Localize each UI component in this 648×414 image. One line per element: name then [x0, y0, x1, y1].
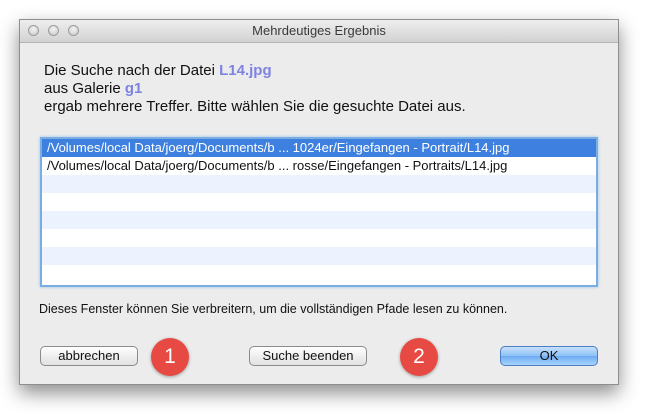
- cancel-button[interactable]: abbrechen: [40, 346, 138, 366]
- empty-row: [42, 247, 596, 265]
- gallery-name: g1: [124, 80, 143, 97]
- message-line-1: Die Suche nach der Datei L14.jpg: [44, 62, 604, 80]
- resize-hint: Dieses Fenster können Sie verbreitern, u…: [39, 302, 508, 316]
- empty-row: [42, 175, 596, 193]
- stop-search-button[interactable]: Suche beenden: [249, 346, 367, 366]
- empty-row: [42, 193, 596, 211]
- result-row[interactable]: /Volumes/local Data/joerg/Documents/b ..…: [42, 157, 596, 175]
- annotation-badge-2: 2: [400, 338, 438, 376]
- dialog-window: Mehrdeutiges Ergebnis Die Suche nach der…: [19, 19, 619, 385]
- empty-row: [42, 229, 596, 247]
- message-line-2-prefix: aus Galerie: [44, 80, 125, 97]
- results-list[interactable]: /Volumes/local Data/joerg/Documents/b ..…: [40, 137, 598, 287]
- message-line-2: aus Galerie g1: [44, 80, 604, 98]
- message-line-1-prefix: Die Suche nach der Datei: [44, 62, 220, 79]
- empty-row: [42, 211, 596, 229]
- empty-row: [42, 265, 596, 283]
- message: Die Suche nach der Datei L14.jpg aus Gal…: [44, 62, 604, 116]
- annotation-badge-1: 1: [151, 338, 189, 376]
- message-line-3: ergab mehrere Treffer. Bitte wählen Sie …: [44, 98, 466, 115]
- filename: L14.jpg: [219, 62, 272, 79]
- window-title: Mehrdeutiges Ergebnis: [252, 23, 386, 38]
- ok-button[interactable]: OK: [500, 346, 598, 366]
- result-row[interactable]: /Volumes/local Data/joerg/Documents/b ..…: [42, 139, 596, 157]
- title-bar: Mehrdeutiges Ergebnis: [20, 20, 618, 43]
